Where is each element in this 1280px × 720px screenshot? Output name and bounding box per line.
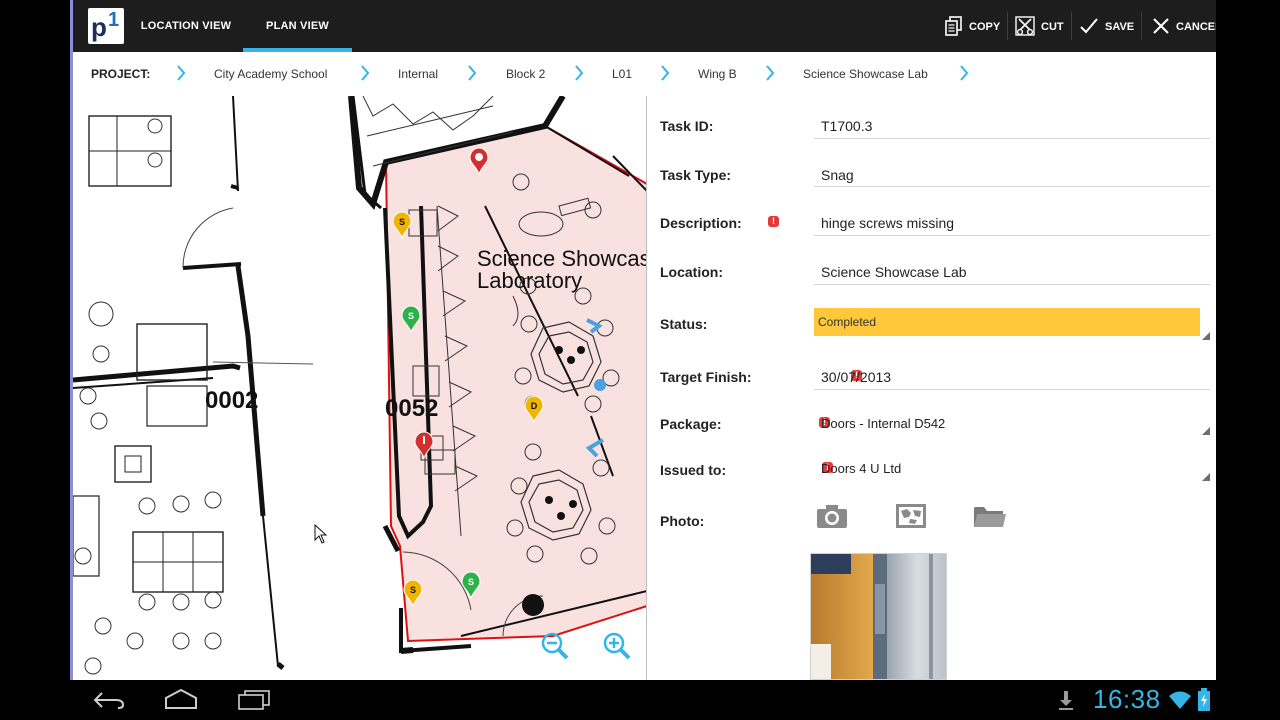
field-underline bbox=[814, 186, 1210, 187]
breadcrumb-item[interactable]: Science Showcase Lab bbox=[803, 66, 928, 82]
breadcrumb-item[interactable]: L01 bbox=[612, 66, 632, 82]
zoom-out-icon[interactable] bbox=[541, 632, 569, 660]
action-divider bbox=[1007, 12, 1008, 40]
description-field[interactable]: hinge screws missing bbox=[821, 214, 954, 232]
copy-icon bbox=[945, 16, 962, 36]
field-underline bbox=[814, 235, 1210, 236]
cut-label: CUT bbox=[1041, 21, 1064, 33]
status-select[interactable]: Completed bbox=[814, 308, 1200, 336]
device-screen: p 1 LOCATION VIEW PLAN VIEW COPY CUT SAV… bbox=[0, 0, 1280, 720]
chevron-right-icon bbox=[661, 65, 670, 81]
logo-p: p bbox=[91, 12, 107, 42]
clock: 16:38 bbox=[1093, 684, 1161, 714]
field-underline bbox=[814, 284, 1210, 285]
mouse-cursor bbox=[314, 523, 328, 544]
system-navigation-bar: 16:38 bbox=[0, 680, 1280, 720]
window-edge-strip bbox=[70, 0, 73, 680]
floor-plan-view[interactable]: Science Showcase Laboratory 0002 0052 S … bbox=[73, 96, 647, 680]
pin-letter: D bbox=[531, 401, 538, 411]
location-label: Location: bbox=[660, 264, 723, 280]
home-icon[interactable] bbox=[163, 688, 199, 710]
room-number: 0002 bbox=[205, 387, 258, 414]
back-icon[interactable] bbox=[92, 690, 126, 710]
cancel-label: CANCEL bbox=[1176, 21, 1216, 33]
breadcrumb-item[interactable]: Wing B bbox=[698, 66, 737, 82]
chevron-right-icon bbox=[177, 65, 186, 81]
pin-letter: S bbox=[399, 217, 405, 227]
pin-letter: S bbox=[410, 585, 416, 595]
room-title-line2: Laboratory bbox=[477, 268, 582, 293]
copy-label: COPY bbox=[969, 21, 1001, 33]
chevron-right-icon bbox=[766, 65, 775, 81]
status-value: Completed bbox=[818, 315, 877, 329]
app-window: p 1 LOCATION VIEW PLAN VIEW COPY CUT SAV… bbox=[70, 0, 1216, 680]
task-id-label: Task ID: bbox=[660, 118, 714, 134]
checkmark-icon bbox=[1080, 18, 1098, 34]
copy-button[interactable]: COPY bbox=[940, 0, 1000, 52]
action-bar: p 1 LOCATION VIEW PLAN VIEW COPY CUT SAV… bbox=[70, 0, 1216, 52]
action-divider bbox=[1071, 12, 1072, 40]
dropdown-corner-icon bbox=[1202, 427, 1210, 435]
photo-thumbnail[interactable] bbox=[810, 553, 947, 680]
task-type-label: Task Type: bbox=[660, 167, 732, 183]
breadcrumb: PROJECT: City Academy School Internal Bl… bbox=[70, 52, 1216, 96]
logo-one: 1 bbox=[108, 9, 120, 31]
chevron-right-icon bbox=[960, 65, 969, 81]
camera-icon[interactable] bbox=[816, 503, 848, 529]
floor-plan-drawing: Science Showcase Laboratory 0002 0052 S … bbox=[73, 96, 646, 675]
package-select[interactable]: Doors - Internal D542 bbox=[821, 415, 945, 433]
status-label: Status: bbox=[660, 316, 708, 332]
action-divider bbox=[1141, 12, 1142, 40]
task-type-field[interactable]: Snag bbox=[821, 166, 854, 184]
folder-icon[interactable] bbox=[973, 503, 1007, 529]
required-icon: ! bbox=[768, 216, 779, 227]
download-icon bbox=[1059, 691, 1073, 710]
breadcrumb-item[interactable]: Internal bbox=[398, 66, 438, 82]
issued-to-select[interactable]: Doors 4 U Ltd bbox=[821, 460, 901, 478]
breadcrumb-project-label: PROJECT: bbox=[91, 67, 151, 81]
app-logo[interactable]: p 1 bbox=[88, 8, 124, 44]
battery-icon bbox=[1198, 688, 1210, 711]
photo-label: Photo: bbox=[660, 513, 705, 529]
target-finish-label: Target Finish: bbox=[660, 369, 752, 385]
chevron-right-icon bbox=[575, 65, 584, 81]
dropdown-corner-icon bbox=[1202, 332, 1210, 340]
save-label: SAVE bbox=[1105, 21, 1135, 33]
field-underline bbox=[814, 389, 1210, 390]
pin-letter: S bbox=[468, 577, 474, 587]
pin-letter: S bbox=[408, 311, 414, 321]
target-finish-field[interactable]: 30/07/2013 bbox=[821, 368, 891, 386]
cut-icon bbox=[1015, 16, 1035, 36]
location-field[interactable]: Science Showcase Lab bbox=[821, 263, 967, 281]
map-photo-icon[interactable] bbox=[895, 503, 927, 529]
package-label: Package: bbox=[660, 416, 722, 432]
description-label: Description: bbox=[660, 215, 742, 231]
chevron-right-icon bbox=[361, 65, 370, 81]
chevron-right-icon bbox=[468, 65, 477, 81]
breadcrumb-item[interactable]: City Academy School bbox=[214, 66, 327, 82]
recent-apps-icon[interactable] bbox=[237, 689, 271, 711]
tab-plan-view[interactable]: PLAN VIEW bbox=[243, 0, 352, 52]
cancel-button[interactable]: CANCEL bbox=[1148, 0, 1216, 52]
save-button[interactable]: SAVE bbox=[1076, 0, 1138, 52]
wifi-icon bbox=[1169, 691, 1191, 709]
photo-image bbox=[811, 554, 946, 679]
breadcrumb-item[interactable]: Block 2 bbox=[506, 66, 545, 82]
task-form: Task ID: T1700.3 Task Type: Snag Descrip… bbox=[648, 96, 1216, 680]
room-number: 0052 bbox=[385, 395, 438, 422]
field-underline bbox=[814, 138, 1210, 139]
zoom-in-icon[interactable] bbox=[603, 632, 631, 660]
tab-location-view[interactable]: LOCATION VIEW bbox=[134, 0, 238, 52]
dropdown-corner-icon bbox=[1202, 473, 1210, 481]
tab-plan-view-label: PLAN VIEW bbox=[266, 20, 329, 32]
cut-button[interactable]: CUT bbox=[1012, 0, 1067, 52]
issued-to-label: Issued to: bbox=[660, 462, 727, 478]
task-id-value: T1700.3 bbox=[821, 118, 873, 134]
close-icon bbox=[1153, 18, 1169, 34]
tab-location-view-label: LOCATION VIEW bbox=[140, 20, 232, 32]
